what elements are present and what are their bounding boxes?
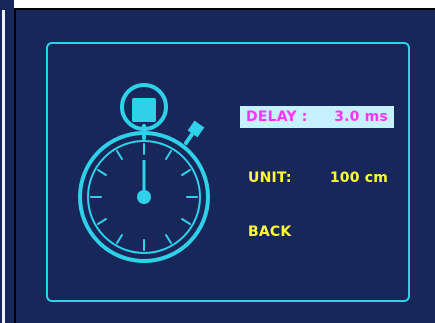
delay-label: DELAY : — [246, 109, 308, 125]
left-border — [0, 0, 14, 323]
delay-value: 3.0 ms — [334, 109, 388, 125]
menu-item-back[interactable]: BACK — [240, 221, 300, 243]
top-border — [0, 0, 435, 8]
menu-item-delay[interactable]: DELAY : 3.0 ms — [240, 106, 394, 128]
back-label: BACK — [248, 224, 292, 240]
left-border-line — [2, 10, 5, 323]
settings-screen: DELAY : 3.0 ms UNIT: 100 cm BACK — [0, 0, 435, 323]
menu-item-unit[interactable]: UNIT: 100 cm — [240, 167, 394, 189]
unit-label: UNIT: — [248, 170, 292, 186]
unit-value: 100 cm — [329, 170, 388, 186]
stopwatch-icon — [78, 83, 210, 263]
